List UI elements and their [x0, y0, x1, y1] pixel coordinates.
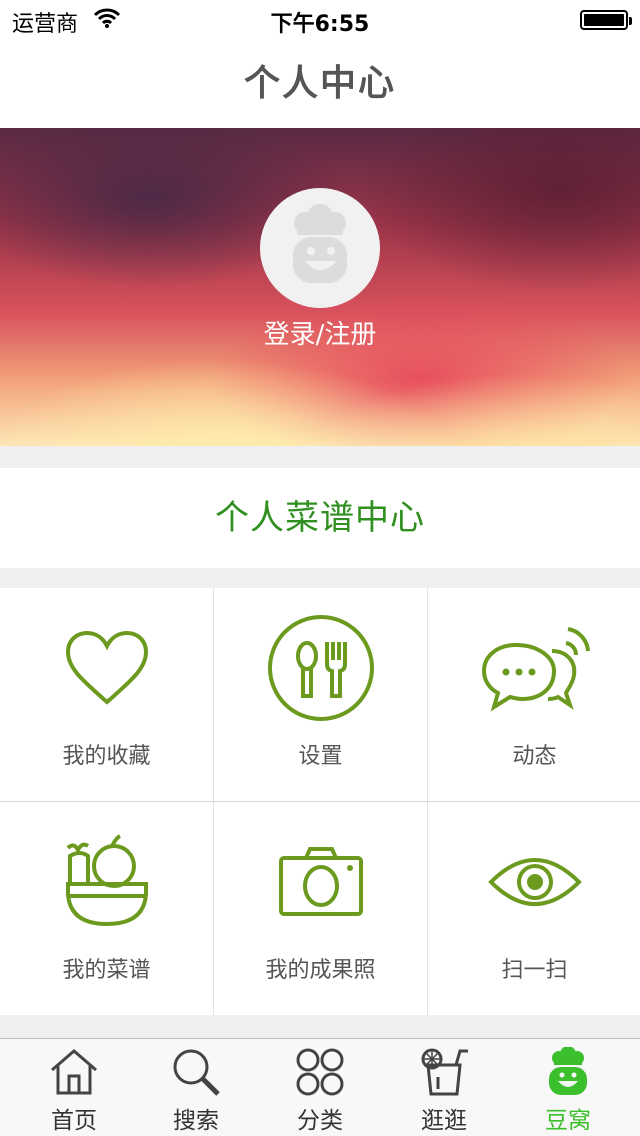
tab-search[interactable]: 搜索	[132, 1039, 260, 1136]
chef-mascot-icon	[293, 204, 347, 283]
grid-item-favorites[interactable]: 我的收藏	[0, 588, 213, 801]
utensils-icon	[214, 615, 427, 721]
status-bar: 运营商 下午6:55	[0, 0, 640, 40]
camera-icon	[214, 832, 427, 932]
heart-icon	[0, 618, 213, 718]
feature-grid: 我的收藏 设置 动态 我的菜谱 我的成果照 扫一扫	[0, 588, 640, 1015]
eye-icon	[428, 832, 640, 932]
categories-icon	[256, 1045, 384, 1099]
chef-mascot-icon	[504, 1045, 632, 1099]
tab-browse[interactable]: 逛逛	[380, 1039, 508, 1136]
tab-label: 逛逛	[421, 1108, 467, 1134]
grid-item-label: 扫一扫	[501, 958, 568, 983]
tab-label: 分类	[297, 1108, 343, 1134]
home-icon	[10, 1045, 138, 1099]
tab-label: 搜索	[173, 1108, 219, 1134]
browse-drink-icon	[380, 1045, 508, 1099]
status-time: 下午6:55	[270, 12, 370, 37]
login-register-link[interactable]: 登录/注册	[0, 314, 640, 351]
vegetable-bowl-icon	[0, 832, 213, 932]
grid-item-label: 我的收藏	[62, 744, 151, 769]
profile-header: 登录/注册	[0, 128, 640, 446]
tab-label: 首页	[51, 1108, 97, 1134]
tab-douwo[interactable]: 豆窝	[504, 1039, 632, 1136]
tab-categories[interactable]: 分类	[256, 1039, 384, 1136]
recipe-center-button[interactable]: 个人菜谱中心	[0, 468, 640, 568]
grid-item-label: 我的菜谱	[62, 958, 151, 983]
navigation-bar: 个人中心	[0, 40, 640, 128]
grid-item-settings[interactable]: 设置	[214, 588, 427, 801]
tab-bar: 首页 搜索 分类 逛逛 豆窝	[0, 1038, 640, 1136]
grid-item-my-recipes[interactable]: 我的菜谱	[0, 802, 213, 1015]
tab-home[interactable]: 首页	[10, 1039, 138, 1136]
chat-bubbles-icon	[428, 618, 640, 718]
avatar[interactable]	[260, 188, 380, 308]
grid-item-my-photos[interactable]: 我的成果照	[214, 802, 427, 1015]
grid-item-scan[interactable]: 扫一扫	[428, 802, 640, 1015]
search-icon	[132, 1045, 260, 1099]
tab-label: 豆窝	[545, 1108, 591, 1134]
grid-item-label: 设置	[298, 744, 343, 769]
battery-icon	[580, 10, 632, 30]
page-title: 个人中心	[243, 63, 396, 104]
grid-item-label: 我的成果照	[265, 958, 376, 983]
grid-item-label: 动态	[512, 744, 557, 769]
grid-item-activity[interactable]: 动态	[428, 588, 640, 801]
